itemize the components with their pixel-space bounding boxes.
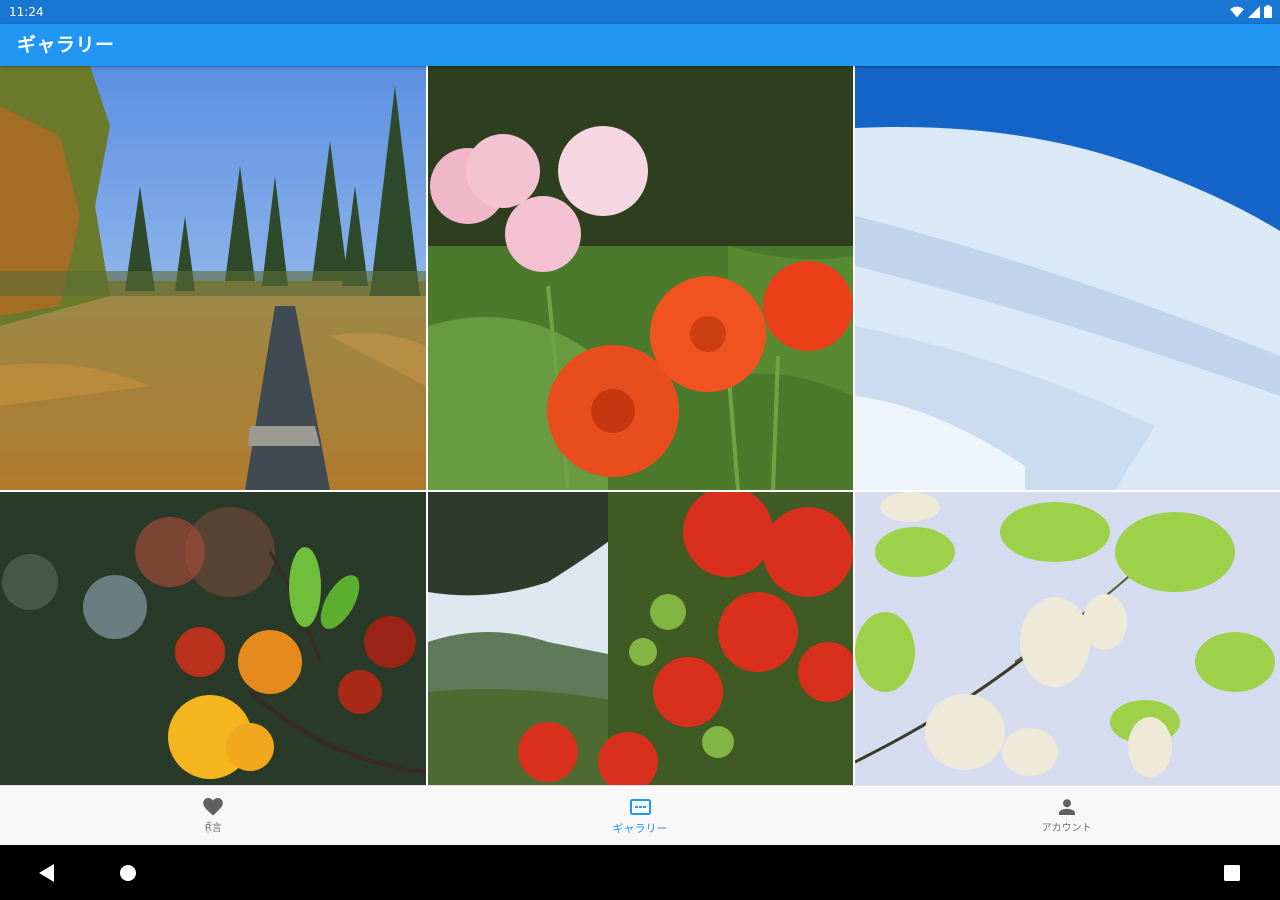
recents-icon[interactable] <box>1221 862 1243 884</box>
wifi-icon <box>1230 3 1244 22</box>
nav-label-account: アカウント <box>1041 823 1092 834</box>
nav-item-account[interactable]: アカウント <box>853 786 1280 845</box>
back-icon[interactable] <box>36 862 58 884</box>
status-icons <box>1230 3 1272 22</box>
status-time: 11:24 <box>9 5 44 19</box>
gallery-image-acacia-blossoms[interactable] <box>855 492 1280 785</box>
app-bar: ギャラリー <box>0 24 1280 66</box>
nav-label-favorites: Ṝ̈́言 <box>204 823 222 834</box>
nav-item-favorites[interactable]: Ṝ̈́言 <box>0 786 427 845</box>
status-bar: 11:24 <box>0 0 1280 24</box>
gallery-image-autumn-marsh[interactable] <box>0 66 426 490</box>
signal-icon <box>1248 3 1260 22</box>
system-navigation-bar <box>0 845 1280 900</box>
nav-label-gallery: ギャラリー <box>612 822 668 835</box>
gallery-image-ranunculus[interactable] <box>428 66 853 490</box>
nav-item-gallery[interactable]: ギャラリー <box>427 786 854 845</box>
gallery-icon <box>629 797 651 817</box>
heart-icon <box>202 797 224 817</box>
gallery-image-azalea-mountain[interactable] <box>428 492 853 785</box>
gallery-image-azalea-closeup[interactable] <box>0 492 426 785</box>
gallery-grid <box>0 66 1280 785</box>
gallery-image-snow-slope[interactable] <box>855 66 1280 490</box>
battery-icon <box>1264 3 1272 22</box>
page-title: ギャラリー <box>17 34 115 56</box>
person-icon <box>1056 797 1078 817</box>
home-icon[interactable] <box>117 862 139 884</box>
bottom-navigation: Ṝ̈́言 ギャラリー アカウント <box>0 785 1280 845</box>
